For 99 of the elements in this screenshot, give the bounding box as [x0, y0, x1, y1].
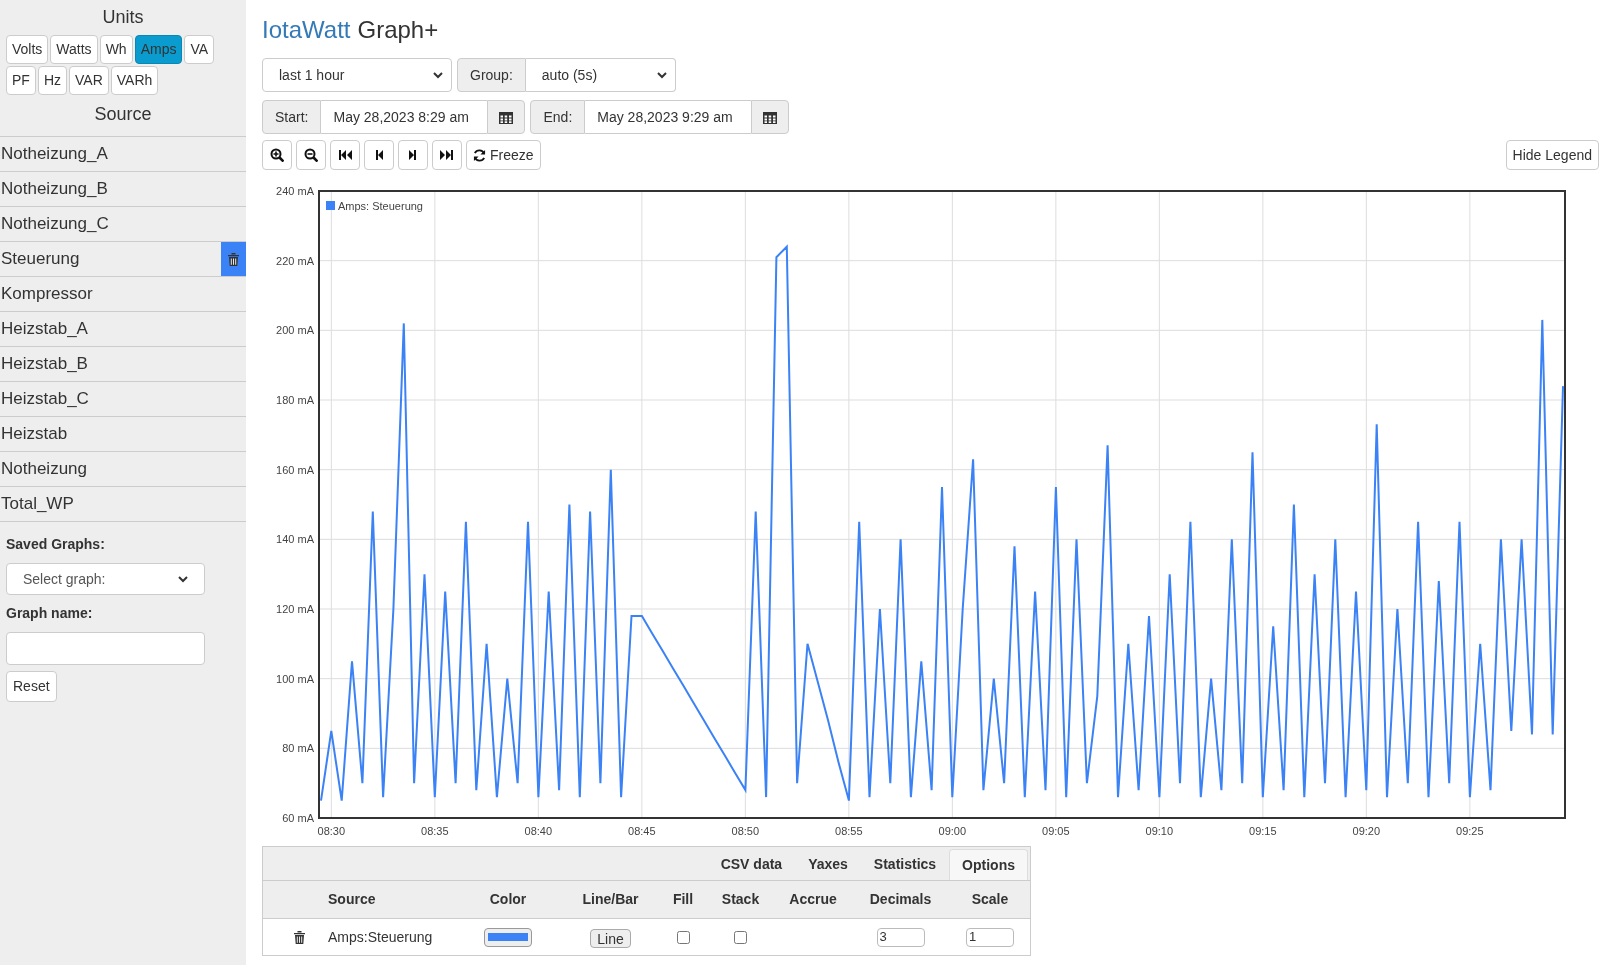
column-header: Source: [327, 890, 377, 909]
refresh-icon: [473, 148, 486, 162]
step-forward-button[interactable]: [398, 140, 428, 170]
start-label: Start:: [262, 100, 322, 134]
zoom-in-icon: [270, 148, 284, 162]
legend-swatch: [326, 201, 335, 210]
source-item[interactable]: Steuerung: [0, 242, 246, 277]
column-header: Fill: [671, 890, 695, 909]
group-select[interactable]: auto (5s): [525, 58, 676, 92]
y-tick-label: 120 mA: [276, 603, 314, 615]
y-tick-label: 100 mA: [276, 672, 314, 685]
trash-icon[interactable]: [293, 930, 305, 944]
calendar-icon[interactable]: [487, 100, 526, 134]
x-tick-label: 08:50: [731, 825, 760, 837]
x-tick-label: 08:30: [317, 825, 346, 837]
skip-forward-icon: [440, 148, 454, 162]
source-item[interactable]: Heizstab_A: [0, 312, 246, 347]
source-item[interactable]: Notheizung: [0, 452, 246, 487]
zoom-in-button[interactable]: [262, 140, 292, 170]
y-tick-label: 220 mA: [276, 254, 314, 267]
y-tick-label: 200 mA: [276, 324, 314, 337]
y-tick-label: 140 mA: [276, 533, 314, 546]
column-header: Accrue: [788, 890, 838, 909]
column-header: Stack: [720, 890, 761, 909]
reset-button[interactable]: Reset: [6, 671, 57, 702]
trash-icon[interactable]: [221, 242, 246, 276]
units-heading: Units: [102, 6, 144, 29]
x-tick-label: 08:40: [524, 825, 553, 837]
source-item[interactable]: Notheizung_B: [0, 172, 246, 207]
skip-forward-button[interactable]: [432, 140, 462, 170]
source-heading: Source: [94, 103, 152, 126]
column-header: Color: [488, 890, 528, 909]
source-item[interactable]: Heizstab_B: [0, 347, 246, 382]
unit-button[interactable]: Amps: [134, 35, 183, 64]
graph-name-field[interactable]: [6, 632, 205, 665]
source-item[interactable]: Kompressor: [0, 277, 246, 312]
unit-button[interactable]: Hz: [37, 66, 67, 95]
x-tick-label: 09:15: [1249, 825, 1277, 837]
table-tab[interactable]: CSV data: [707, 849, 796, 880]
hide-legend-button[interactable]: Hide Legend: [1505, 140, 1599, 170]
source-item[interactable]: Total_WP: [0, 487, 246, 522]
table-cell-text: Amps:Steuerung: [327, 927, 434, 947]
table-tab[interactable]: Statistics: [860, 849, 950, 880]
end-date-field[interactable]: May 28,2023 9:29 am: [585, 100, 752, 134]
group-label: Group:: [457, 58, 526, 92]
period-select[interactable]: last 1 hour: [262, 58, 452, 92]
color-swatch[interactable]: [484, 927, 532, 947]
decimals-field[interactable]: 3: [876, 927, 925, 947]
column-header: Decimals: [868, 890, 933, 909]
unit-button[interactable]: VA: [184, 35, 215, 64]
unit-button[interactable]: VAR: [69, 66, 109, 95]
x-tick-label: 09:05: [1042, 825, 1070, 837]
source-item[interactable]: Heizstab_C: [0, 382, 246, 417]
stack-checkbox[interactable]: [734, 930, 747, 944]
skip-back-button[interactable]: [330, 140, 360, 170]
chevron-icon: [433, 71, 443, 79]
y-tick-label: 160 mA: [276, 463, 314, 476]
unit-button[interactable]: Volts: [6, 35, 49, 64]
column-header: Scale: [970, 890, 1010, 909]
zoom-out-icon: [304, 148, 318, 162]
scale-field[interactable]: 1: [966, 927, 1014, 947]
x-tick-label: 09:20: [1352, 825, 1381, 837]
y-tick-label: 60 mA: [282, 812, 314, 824]
chevron-icon: [656, 71, 667, 79]
step-back-button[interactable]: [364, 140, 394, 170]
x-tick-label: 09:10: [1145, 825, 1174, 837]
saved-graphs-select[interactable]: Select graph:: [6, 563, 205, 595]
unit-button[interactable]: PF: [6, 66, 36, 95]
x-tick-label: 08:35: [421, 825, 449, 837]
zoom-out-button[interactable]: [296, 140, 326, 170]
saved-graphs-label: Saved Graphs:: [6, 535, 105, 554]
start-date-field[interactable]: May 28,2023 8:29 am: [321, 100, 488, 134]
table-tab[interactable]: Yaxes: [795, 849, 861, 880]
y-tick-label: 80 mA: [282, 742, 314, 755]
unit-button[interactable]: VARh: [110, 66, 159, 95]
brand-title: IotaWatt: [262, 15, 351, 45]
source-item[interactable]: Notheizung_A: [0, 137, 246, 172]
calendar-icon[interactable]: [751, 100, 790, 134]
x-tick-label: 09:00: [938, 825, 967, 837]
end-label: End:: [530, 100, 586, 134]
x-tick-label: 09:25: [1456, 825, 1484, 837]
freeze-button[interactable]: Freeze: [466, 140, 541, 170]
page-title: Graph+: [357, 15, 439, 45]
source-item[interactable]: Heizstab: [0, 417, 246, 452]
x-tick-label: 08:45: [628, 825, 656, 837]
y-tick-label: 240 mA: [276, 185, 314, 197]
y-tick-label: 180 mA: [276, 394, 314, 406]
column-header: Line/Bar: [581, 890, 640, 909]
x-tick-label: 08:55: [835, 825, 863, 837]
skip-back-icon: [338, 148, 352, 162]
chevron-icon: [178, 575, 188, 583]
unit-button[interactable]: Watts: [50, 35, 98, 64]
line-bar-button[interactable]: Line: [590, 928, 631, 948]
graph-name-label: Graph name:: [6, 604, 93, 623]
legend-label: Amps: Steuerung: [338, 200, 423, 212]
fill-checkbox[interactable]: [676, 930, 690, 944]
source-item[interactable]: Notheizung_C: [0, 207, 246, 242]
table-tab[interactable]: Options: [949, 849, 1028, 880]
unit-button[interactable]: Wh: [99, 35, 133, 64]
